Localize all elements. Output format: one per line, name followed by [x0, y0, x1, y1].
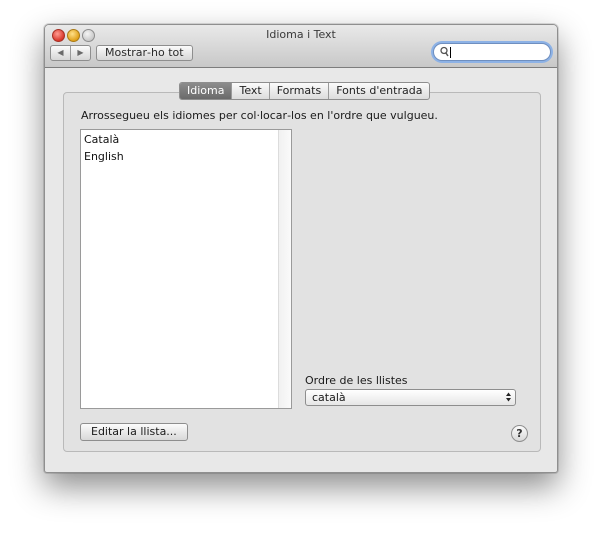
back-button[interactable]: ◀: [51, 46, 70, 60]
show-all-button[interactable]: Mostrar‑ho tot: [96, 45, 193, 61]
preferences-window: Idioma i Text ◀ ▶ Mostrar‑ho tot Idioma …: [44, 24, 558, 473]
updown-arrows-icon: [506, 392, 511, 402]
window-title: Idioma i Text: [266, 28, 336, 41]
list-item[interactable]: English: [84, 150, 124, 163]
forward-button[interactable]: ▶: [70, 46, 90, 60]
tab-text[interactable]: Text: [231, 83, 268, 99]
forward-arrow-icon: ▶: [77, 48, 84, 57]
list-scrollbar[interactable]: [278, 130, 291, 408]
magnifier-icon: [440, 46, 449, 57]
edit-list-button[interactable]: Editar la llista...: [80, 423, 188, 441]
list-order-label: Ordre de les llistes: [305, 374, 408, 387]
search-input[interactable]: [433, 43, 551, 61]
back-arrow-icon: ◀: [57, 48, 64, 57]
title-toolbar: Idioma i Text ◀ ▶ Mostrar‑ho tot: [45, 25, 557, 68]
instructions-text: Arrossegueu els idiomes per col·locar‑lo…: [81, 109, 438, 122]
list-order-value: català: [312, 391, 346, 404]
help-button[interactable]: ?: [511, 425, 528, 442]
history-nav: ◀ ▶: [50, 45, 91, 61]
tab-input-sources[interactable]: Fonts d'entrada: [328, 83, 429, 99]
list-item[interactable]: Català: [84, 133, 119, 146]
language-list[interactable]: Català English: [80, 129, 292, 409]
text-caret: [450, 47, 451, 58]
tab-idioma[interactable]: Idioma: [180, 83, 232, 99]
tab-bar: Idioma Text Formats Fonts d'entrada: [179, 82, 431, 100]
list-order-select[interactable]: català: [305, 389, 516, 406]
tab-formats[interactable]: Formats: [268, 83, 329, 99]
